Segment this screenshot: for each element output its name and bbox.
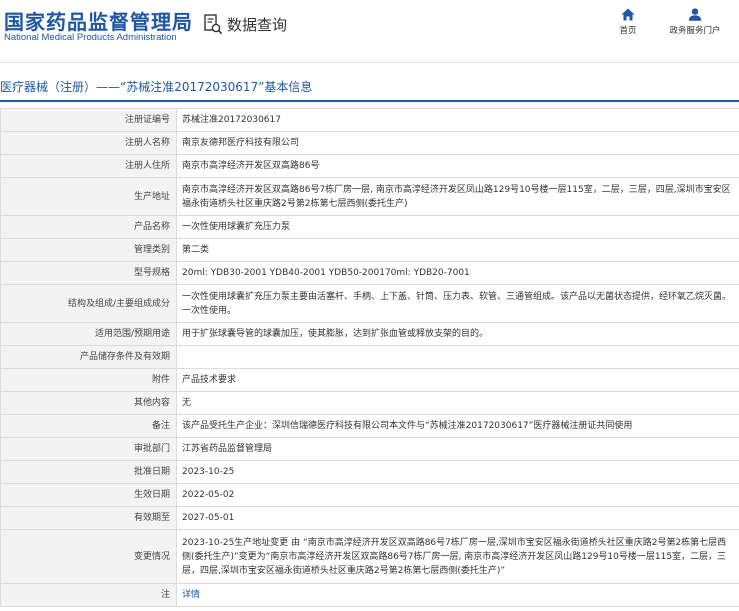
row-value: 南京市高淳经济开发区双高路86号7栋厂房一层, 南京市高淳经济开发区凤山路129…: [176, 177, 739, 216]
table-row: 生产地址 南京市高淳经济开发区双高路86号7栋厂房一层, 南京市高淳经济开发区凤…: [0, 177, 739, 216]
nav-service-portal[interactable]: 政务服务门户: [662, 8, 728, 36]
row-value: 产品技术要求: [176, 368, 739, 392]
table-row: 注册证编号 苏械注准20172030617: [0, 108, 739, 132]
title-divider: [0, 100, 739, 102]
row-label: 生效日期: [0, 483, 177, 507]
site-logo-subtitle: National Medical Products Administration: [4, 32, 177, 43]
row-value: 2027-05-01: [176, 506, 739, 530]
row-label: 结构及组成/主要组成成分: [0, 284, 177, 323]
row-label: 注册人名称: [0, 131, 177, 155]
site-header: 国家药品监督管理局 National Medical Products Admi…: [0, 0, 739, 63]
nav-home-label: 首页: [619, 26, 637, 36]
document-search-icon: [204, 14, 223, 35]
row-label: 备注: [0, 414, 177, 438]
table-row: 有效期至 2027-05-01: [0, 506, 739, 530]
table-row: 批准日期 2023-10-25: [0, 460, 739, 484]
table-row: 生效日期 2022-05-02: [0, 483, 739, 507]
table-row: 适用范围/预期用途 用于扩张球囊导管的球囊加压，使其膨胀，达到扩张血管或释放支架…: [0, 322, 739, 346]
home-icon: [621, 8, 635, 21]
table-row: 结构及组成/主要组成成分 一次性使用球囊扩充压力泵主要由活塞杆、手柄、上下盖、针…: [0, 284, 739, 323]
data-query-label: 数据查询: [227, 15, 288, 34]
row-value: 2023-10-25生产地址变更 由 “南京市高淳经济开发区双高路86号7栋厂房…: [176, 529, 739, 584]
table-row: 附件 产品技术要求: [0, 368, 739, 392]
row-label: 附件: [0, 368, 177, 392]
table-row: 变更情况 2023-10-25生产地址变更 由 “南京市高淳经济开发区双高路86…: [0, 529, 739, 584]
device-info-table: 注册证编号 苏械注准20172030617 注册人名称 南京友德邦医疗科技有限公…: [0, 108, 739, 607]
details-link[interactable]: 详情: [182, 590, 200, 600]
row-label: 有效期至: [0, 506, 177, 530]
row-label: 型号规格: [0, 261, 177, 285]
row-value: 2023-10-25: [176, 460, 739, 484]
row-label: 审批部门: [0, 437, 177, 461]
row-label: 批准日期: [0, 460, 177, 484]
row-label: 产品名称: [0, 215, 177, 239]
row-label: 注册证编号: [0, 108, 177, 132]
table-row: 产品储存条件及有效期: [0, 345, 739, 369]
row-value: 用于扩张球囊导管的球囊加压，使其膨胀，达到扩张血管或释放支架的目的。: [176, 322, 739, 346]
nav-home[interactable]: 首页: [612, 8, 644, 36]
row-value: 一次性使用球囊扩充压力泵主要由活塞杆、手柄、上下盖、针筒、压力表、软管、三通管组…: [176, 284, 739, 323]
user-icon: [688, 8, 702, 21]
page-title: 医疗器械（注册）——“苏械注准20172030617”基本信息: [0, 80, 313, 94]
row-label: 管理类别: [0, 238, 177, 262]
table-row: 管理类别 第二类: [0, 238, 739, 262]
data-query-section[interactable]: 数据查询: [203, 12, 287, 36]
table-row: 型号规格 20ml: YDB30-2001 YDB40-2001 YDB50-2…: [0, 261, 739, 285]
row-label: 产品储存条件及有效期: [0, 345, 177, 369]
table-row: 备注 该产品受托生产企业：深圳信瑞德医疗科技有限公司本文件与“苏械注准20172…: [0, 414, 739, 438]
row-label: 其他内容: [0, 391, 177, 415]
row-value: 江苏省药品监督管理局: [176, 437, 739, 461]
row-label: 注册人住所: [0, 154, 177, 178]
row-value: 第二类: [176, 238, 739, 262]
row-value: 2022-05-02: [176, 483, 739, 507]
row-value: 无: [176, 391, 739, 415]
table-row: 其他内容 无: [0, 391, 739, 415]
table-row: 注册人住所 南京市高淳经济开发区双高路86号: [0, 154, 739, 178]
nav-service-portal-label: 政务服务门户: [669, 26, 721, 36]
table-row: 注册人名称 南京友德邦医疗科技有限公司: [0, 131, 739, 155]
row-label: 生产地址: [0, 177, 177, 216]
row-value: 南京市高淳经济开发区双高路86号: [176, 154, 739, 178]
row-value: 南京友德邦医疗科技有限公司: [176, 131, 739, 155]
row-label: 适用范围/预期用途: [0, 322, 177, 346]
row-label: 变更情况: [0, 529, 177, 584]
row-value: 20ml: YDB30-2001 YDB40-2001 YDB50-200170…: [176, 261, 739, 285]
site-logo-title[interactable]: 国家药品监督管理局: [4, 6, 193, 35]
row-value: [176, 345, 739, 369]
row-label: 注: [0, 583, 177, 607]
table-row: 注 详情: [0, 583, 739, 607]
row-value: 一次性使用球囊扩充压力泵: [176, 215, 739, 239]
row-value: 该产品受托生产企业：深圳信瑞德医疗科技有限公司本文件与“苏械注准20172030…: [176, 414, 739, 438]
table-row: 审批部门 江苏省药品监督管理局: [0, 437, 739, 461]
row-value: 苏械注准20172030617: [176, 108, 739, 132]
table-row: 产品名称 一次性使用球囊扩充压力泵: [0, 215, 739, 239]
